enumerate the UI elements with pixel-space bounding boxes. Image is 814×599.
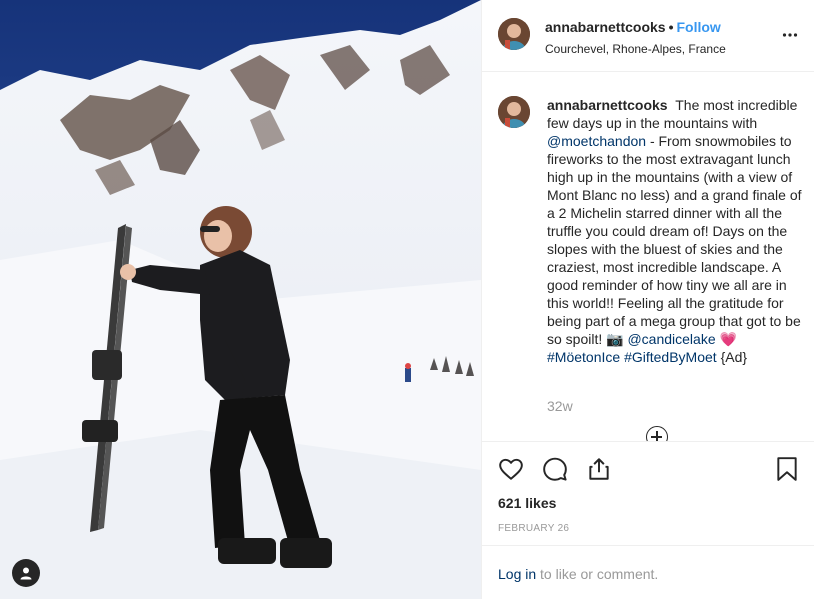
post-header: annabarnettcooks • Follow Courchevel, Rhon…	[482, 0, 814, 72]
avatar[interactable]	[498, 18, 530, 50]
like-button[interactable]	[498, 456, 524, 487]
header-text: annabarnettcooks • Follow Courchevel, Rhon…	[545, 19, 726, 56]
action-bar	[482, 442, 814, 498]
mention-moetchandon[interactable]: @moetchandon	[547, 133, 646, 149]
likes-count[interactable]: 621 likes	[498, 495, 556, 511]
location-link[interactable]: Courchevel, Rhone-Alpes, France	[545, 42, 726, 56]
share-button[interactable]	[586, 456, 612, 487]
save-button[interactable]	[775, 456, 799, 487]
caption-text-part2: - From snowmobiles to fireworks to the m…	[547, 133, 802, 347]
comment-button[interactable]	[542, 456, 568, 487]
heart-emoji: 💗	[719, 331, 737, 347]
caption-text-part3: {Ad}	[720, 349, 748, 365]
comments-section: annabarnettcooks The most incredible few…	[482, 73, 814, 441]
login-suffix: to like or comment.	[540, 566, 659, 582]
follow-button[interactable]: Follow	[677, 19, 721, 35]
plus-circle-icon[interactable]	[646, 426, 668, 441]
hashtag-moetonice[interactable]: #MöetonIce	[547, 349, 620, 365]
login-text: Log in to like or comment.	[498, 566, 658, 582]
user-tag-icon	[20, 567, 32, 580]
user-tag-button[interactable]	[12, 559, 40, 587]
comment-icon	[543, 457, 567, 481]
more-options-icon	[782, 33, 798, 37]
post-photo[interactable]	[0, 0, 481, 599]
login-link[interactable]: Log in	[498, 566, 536, 582]
photo-image	[0, 0, 481, 599]
heart-icon	[499, 458, 523, 480]
post-date[interactable]: FEBRUARY 26	[498, 523, 569, 534]
separator-dot: •	[668, 19, 674, 35]
more-options-button[interactable]	[782, 27, 798, 48]
caption-username[interactable]: annabarnettcooks	[547, 97, 668, 113]
share-icon	[589, 458, 609, 480]
mention-candicelake[interactable]: @candicelake	[627, 331, 715, 347]
caption-avatar[interactable]	[498, 96, 530, 128]
avatar-image	[498, 18, 530, 50]
post-details-panel: annabarnettcooks • Follow Courchevel, Rhon…	[481, 0, 814, 599]
caption-timestamp[interactable]: 32w	[547, 398, 573, 414]
actions-area: 621 likes FEBRUARY 26	[482, 441, 814, 534]
caption-text: annabarnettcooks The most incredible few…	[547, 96, 808, 366]
avatar-image	[498, 96, 530, 128]
login-prompt: Log in to like or comment.	[482, 545, 814, 599]
hashtag-giftedbymoet[interactable]: #GiftedByMoet	[624, 349, 717, 365]
username-link[interactable]: annabarnettcooks	[545, 19, 666, 35]
bookmark-icon	[777, 457, 797, 481]
